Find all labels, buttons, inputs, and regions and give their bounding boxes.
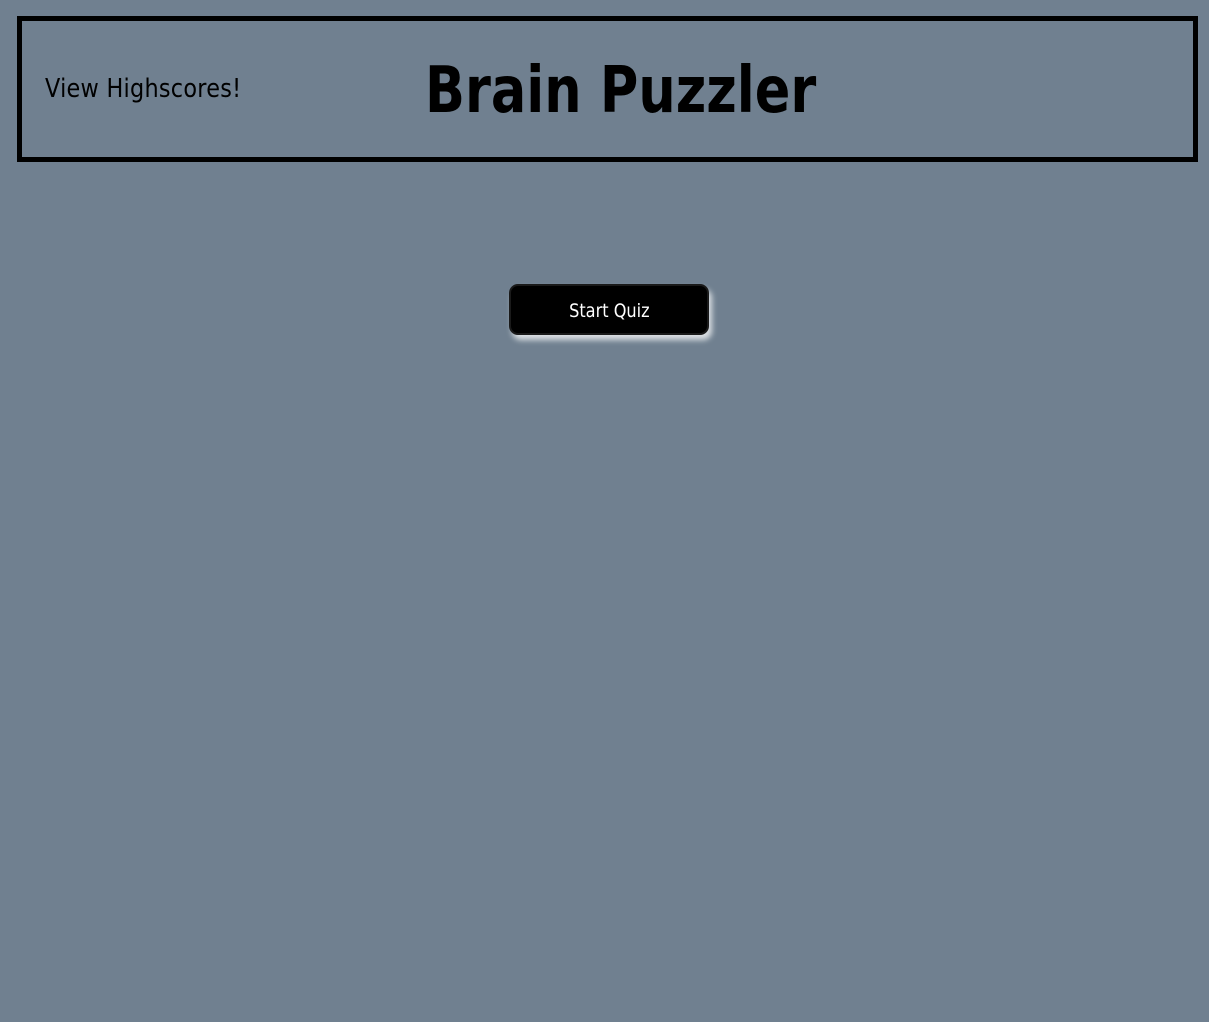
start-quiz-button-label: Start Quiz [568,300,650,322]
start-quiz-button[interactable]: Start Quiz [509,284,709,335]
page-header: View Highscores! Brain Puzzler [17,16,1198,162]
page: { "header": { "highscores_link": "View H… [0,0,1209,1022]
page-title: Brain Puzzler [424,54,817,128]
